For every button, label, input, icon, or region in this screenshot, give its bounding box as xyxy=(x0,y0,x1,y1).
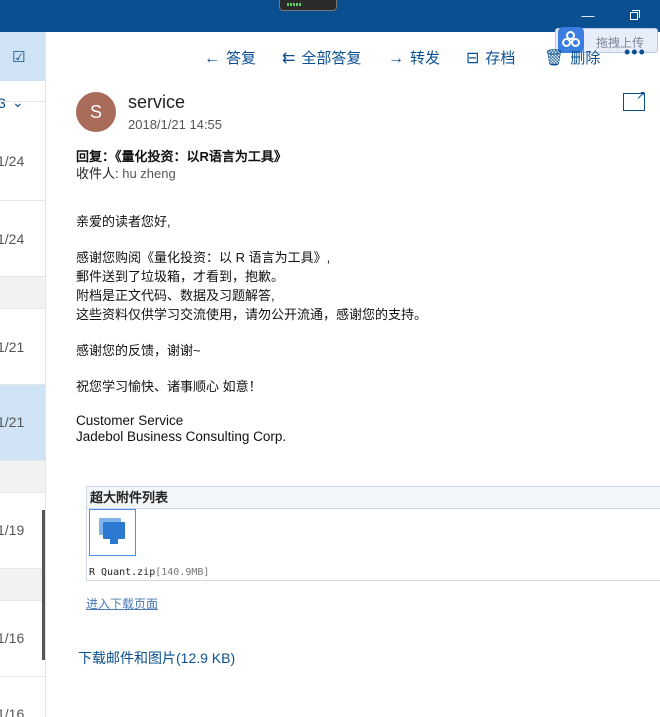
body-line: 感谢您购阅《量化投资：以 R 语言为工具》, xyxy=(76,250,331,265)
file-size-text: [140.9MB] xyxy=(155,567,210,578)
large-attachment-list: 超大附件列表 R Quant.zip[140.9MB] xyxy=(86,486,660,581)
body-line: 祝您学习愉快、诸事顺心 如意！ xyxy=(76,379,262,394)
recipient-line: 收件人: hu zheng xyxy=(76,163,176,182)
reply-arrow-icon: ← xyxy=(204,50,220,67)
message-list: ☑ 3 ⌄ 1/24 1/24 1/21 1/21 1/19 1/16 1/16 xyxy=(0,32,46,717)
reply-all-arrow-icon: ⇇ xyxy=(282,50,296,67)
signature-line: Jadebol Business Consulting Corp. xyxy=(76,429,287,444)
trash-icon: 🗑 xyxy=(544,50,565,67)
select-mode-icon[interactable]: ☑ xyxy=(12,48,25,66)
list-item-date: 1/24 xyxy=(0,231,25,247)
sender-name[interactable]: service xyxy=(128,92,185,113)
forward-arrow-icon: → xyxy=(388,50,404,67)
signature: Customer Service Jadebol Business Consul… xyxy=(76,413,286,445)
recipient-label: 收件人: xyxy=(76,166,123,181)
list-divider xyxy=(0,460,45,492)
list-scrollbar[interactable] xyxy=(42,510,45,660)
greeting-text: 亲爱的读者您好, xyxy=(76,214,171,229)
list-item[interactable]: 1/16 xyxy=(0,676,45,717)
delete-button[interactable]: 🗑 删除 xyxy=(544,47,600,68)
archive-box-icon: ⊟ xyxy=(466,50,480,67)
body-paragraph-1: 感谢您购阅《量化投资：以 R 语言为工具》, 郵件送到了垃圾箱，才看到，抱歉。 … xyxy=(76,248,427,324)
attachment-list-title: 超大附件列表 xyxy=(87,487,660,509)
grip-indicator xyxy=(287,3,301,6)
open-in-new-window-icon[interactable]: ↗ xyxy=(623,88,646,111)
forward-button[interactable]: → 转发 xyxy=(388,47,440,68)
reply-all-button[interactable]: ⇇ 全部答复 xyxy=(282,47,361,68)
list-divider xyxy=(0,276,45,308)
body-line: 感谢您的反馈，谢谢~ xyxy=(76,343,201,358)
list-item[interactable]: 1/21 xyxy=(0,308,45,384)
body-wish: 祝您学习愉快、诸事顺心 如意！ xyxy=(76,377,262,396)
attachment-file-icon[interactable] xyxy=(89,509,136,556)
list-item-date: 1/16 xyxy=(0,630,25,646)
recipient-name[interactable]: hu zheng xyxy=(122,166,176,181)
list-item[interactable]: 1/24 xyxy=(0,101,45,200)
drag-grip[interactable] xyxy=(279,0,337,11)
list-item-date: 1/19 xyxy=(0,522,25,538)
maximize-button[interactable] xyxy=(624,6,644,26)
delete-label: 删除 xyxy=(570,50,601,67)
list-item[interactable]: 1/16 xyxy=(0,600,45,676)
body-thanks: 感谢您的反馈，谢谢~ xyxy=(76,341,201,360)
archive-button[interactable]: ⊟ 存档 xyxy=(466,47,515,68)
message-datetime: 2018/1/21 14:55 xyxy=(128,117,222,132)
list-header: ☑ xyxy=(0,32,45,81)
avatar: S xyxy=(76,92,116,132)
archive-label: 存档 xyxy=(485,50,516,67)
list-item-date: 1/21 xyxy=(0,414,25,430)
reply-label: 答复 xyxy=(226,50,257,67)
body-line: 郵件送到了垃圾箱，才看到，抱歉。 xyxy=(76,269,285,284)
list-item-date: 1/21 xyxy=(0,339,25,355)
attachment-file-name[interactable]: R Quant.zip[140.9MB] xyxy=(89,567,209,578)
reply-button[interactable]: ← 答复 xyxy=(204,47,256,68)
body-greeting: 亲爱的读者您好, xyxy=(76,212,171,231)
list-item-selected[interactable]: 1/21 xyxy=(0,384,45,460)
list-item[interactable]: 1/24 xyxy=(0,200,45,276)
list-divider xyxy=(0,568,45,600)
body-line: 附档是正文代码、数据及习题解答, xyxy=(76,288,275,303)
download-message-and-images-link[interactable]: 下载邮件和图片(12.9 KB) xyxy=(78,648,235,668)
list-item-date: 1/24 xyxy=(0,153,25,169)
more-options-button[interactable]: ••• xyxy=(624,42,646,63)
file-name-text: R Quant.zip xyxy=(89,567,156,578)
reply-all-label: 全部答复 xyxy=(301,50,362,67)
download-page-link[interactable]: 进入下载页面 xyxy=(86,595,158,612)
forward-label: 转发 xyxy=(410,50,441,67)
minimize-button[interactable]: — xyxy=(578,6,598,26)
body-line: 这些资料仅供学习交流使用，请勿公开流通，感谢您的支持。 xyxy=(76,307,428,322)
message-toolbar: ← 答复 ⇇ 全部答复 → 转发 ⊟ 存档 🗑 删除 ••• xyxy=(46,32,660,80)
signature-line: Customer Service xyxy=(76,413,184,428)
list-item[interactable]: 1/19 xyxy=(0,492,45,568)
list-item-date: 1/16 xyxy=(0,706,25,717)
